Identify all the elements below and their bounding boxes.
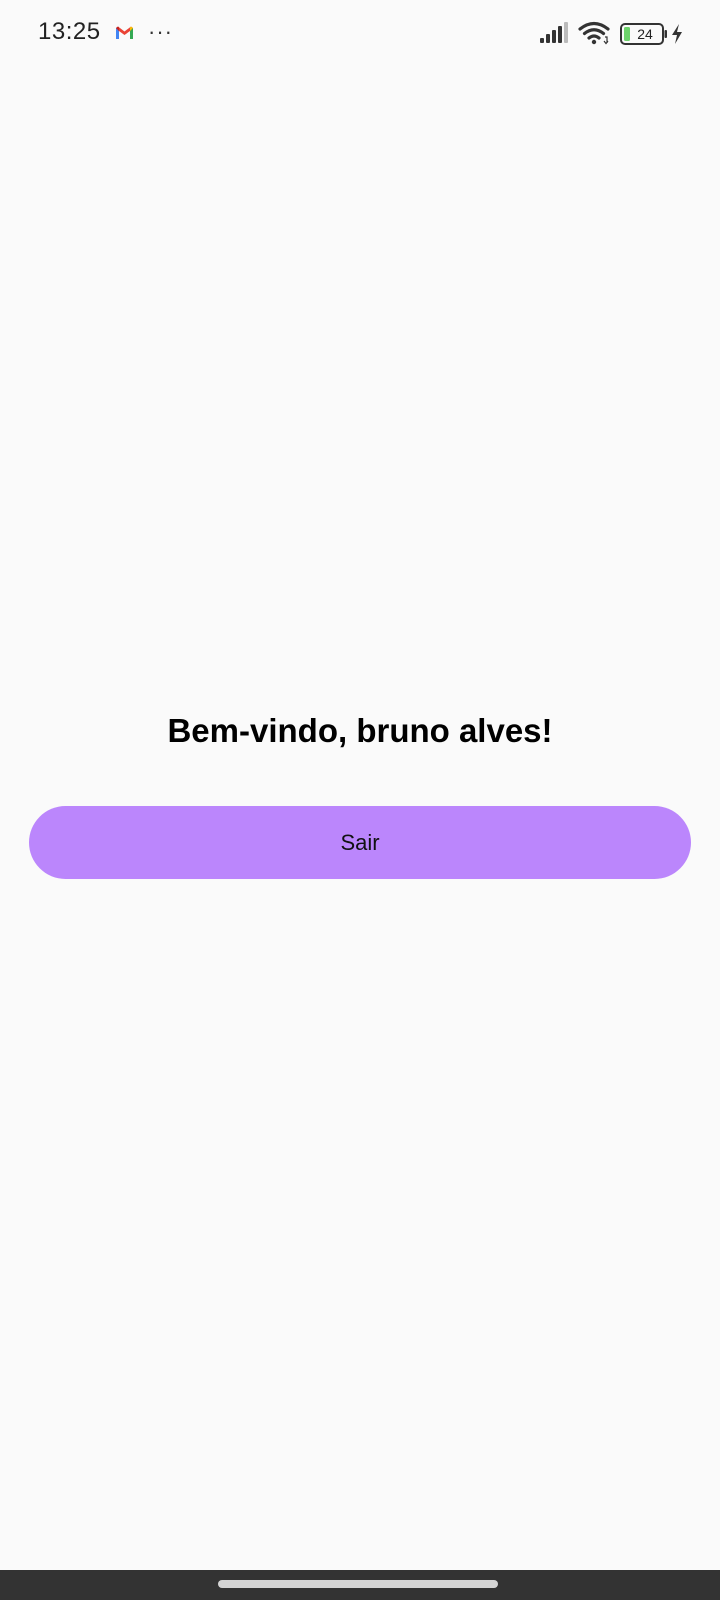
navigation-bar <box>0 1570 720 1600</box>
charging-icon <box>672 24 682 44</box>
gmail-icon <box>116 26 133 39</box>
status-bar: 13:25 ··· 24 <box>0 0 720 70</box>
wifi-icon <box>578 21 610 45</box>
home-gesture-handle[interactable] <box>218 1580 498 1588</box>
more-notifications-icon: ··· <box>148 19 173 44</box>
signal-icon <box>540 22 568 43</box>
welcome-title: Bem-vindo, bruno alves! <box>167 712 553 749</box>
battery-level: 24 <box>637 26 653 42</box>
logout-button[interactable]: Sair <box>29 806 691 879</box>
status-time: 13:25 <box>38 18 101 45</box>
